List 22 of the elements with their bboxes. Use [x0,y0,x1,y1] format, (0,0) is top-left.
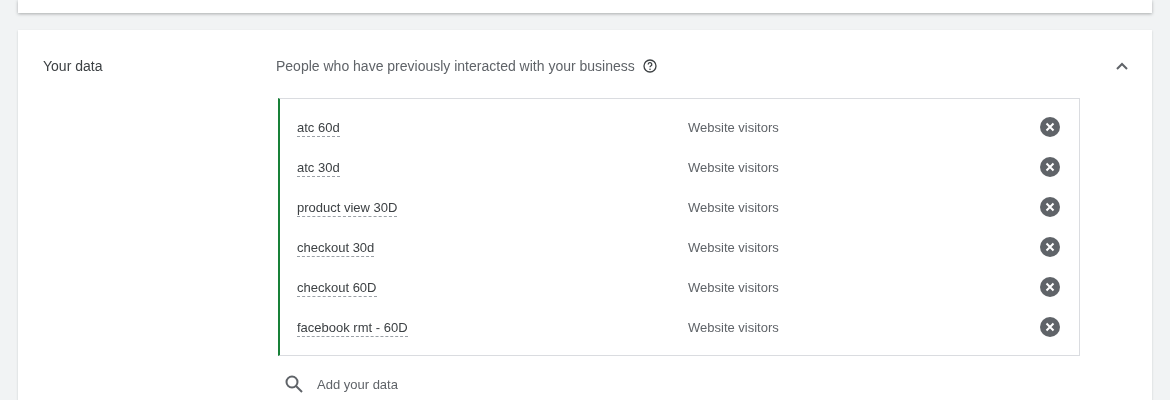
remove-icon[interactable] [1040,317,1060,337]
segment-name[interactable]: atc 30d [297,159,340,177]
section-title: Your data [42,57,103,76]
segment-type: Website visitors [688,119,780,135]
segment-type: Website visitors [688,279,780,295]
segment-name[interactable]: checkout 60D [297,279,377,297]
segment-name[interactable]: product view 30D [297,199,398,217]
segment-type: Website visitors [688,159,780,175]
segment-name[interactable]: checkout 30d [297,239,375,257]
remove-icon[interactable] [1040,237,1060,257]
remove-icon[interactable] [1040,277,1060,297]
help-icon[interactable] [642,59,657,73]
section-heading: People who have previously interacted with your business [276,58,635,74]
segment-type: Website visitors [688,199,780,215]
segment-type: Website visitors [688,319,780,335]
remove-icon[interactable] [1040,117,1060,137]
segment-type: Website visitors [688,239,780,255]
search-icon [285,375,303,393]
segment-name[interactable]: atc 60d [297,119,340,137]
remove-icon[interactable] [1040,197,1060,217]
segment-name[interactable]: facebook rmt - 60D [297,319,408,337]
remove-icon[interactable] [1040,157,1060,177]
